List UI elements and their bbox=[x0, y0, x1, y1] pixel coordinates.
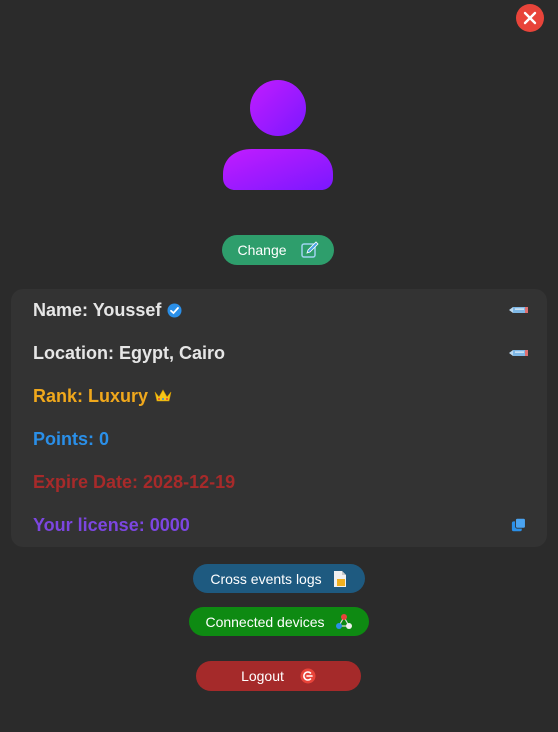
edit-icon bbox=[300, 241, 319, 258]
name-value: Name: Youssef bbox=[33, 299, 162, 320]
change-avatar-button[interactable]: Change bbox=[222, 235, 334, 265]
cross-events-logs-button[interactable]: Cross events logs bbox=[193, 564, 365, 593]
license-value: Your license: 0000 bbox=[33, 514, 190, 535]
expire-date-row: Expire Date: 2028-12-19 bbox=[33, 469, 529, 495]
points-value: Points: 0 bbox=[33, 428, 110, 449]
document-icon bbox=[333, 570, 346, 587]
edit-name-pencil-icon[interactable] bbox=[509, 303, 529, 317]
verified-badge-icon bbox=[167, 303, 182, 317]
name-row: Name: Youssef bbox=[33, 297, 529, 323]
close-button[interactable] bbox=[516, 4, 544, 32]
user-avatar-icon bbox=[223, 80, 333, 190]
location-value: Location: Egypt, Cairo bbox=[33, 342, 226, 363]
devices-label: Connected devices bbox=[205, 613, 325, 630]
edit-location-pencil-icon[interactable] bbox=[509, 346, 529, 360]
profile-info-card: Name: Youssef Location: Egypt, Cairo Ran… bbox=[11, 289, 547, 547]
copy-icon[interactable] bbox=[511, 517, 529, 533]
rank-row: Rank: Luxury bbox=[33, 383, 529, 409]
logout-icon bbox=[300, 668, 316, 684]
expire-date-value: Expire Date: 2028-12-19 bbox=[33, 471, 236, 492]
points-row: Points: 0 bbox=[33, 426, 529, 452]
change-label: Change bbox=[237, 242, 287, 258]
network-icon bbox=[335, 613, 352, 629]
close-icon bbox=[523, 11, 537, 25]
license-row: Your license: 0000 bbox=[33, 512, 529, 538]
crown-icon bbox=[154, 389, 172, 402]
location-row: Location: Egypt, Cairo bbox=[33, 340, 529, 366]
logs-label: Cross events logs bbox=[210, 570, 322, 587]
logout-button[interactable]: Logout bbox=[196, 661, 361, 691]
rank-value: Rank: Luxury bbox=[33, 385, 149, 406]
profile-window: Change Name: Youssef Location: Egypt, Ca… bbox=[0, 0, 558, 732]
connected-devices-button[interactable]: Connected devices bbox=[189, 607, 369, 636]
logout-label: Logout bbox=[241, 668, 284, 684]
